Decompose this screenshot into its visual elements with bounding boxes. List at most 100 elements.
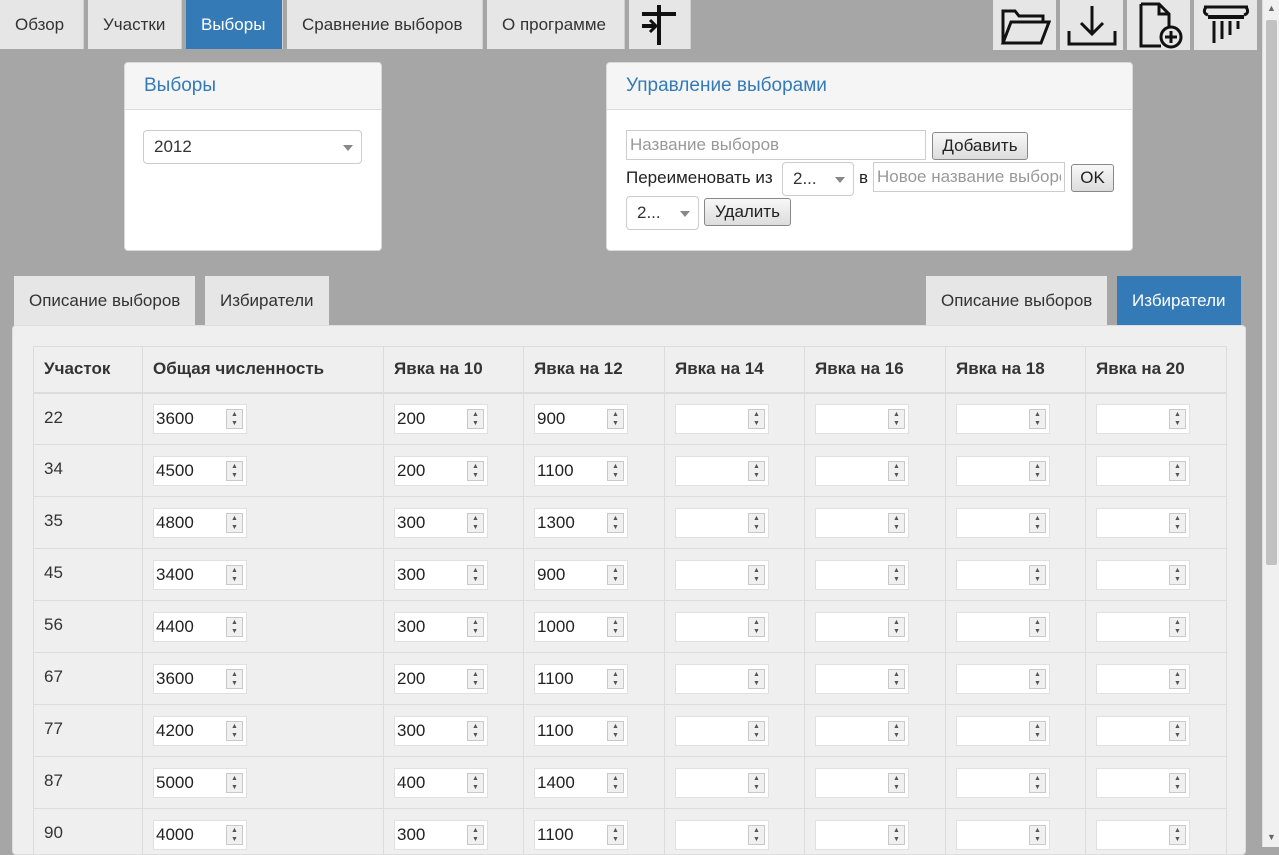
spinner-arrows-icon[interactable]: ▲▼ [226, 513, 243, 533]
number-input-t10[interactable]: 300▲▼ [394, 508, 488, 538]
number-input-t20[interactable]: ▲▼ [1096, 612, 1190, 642]
spinner-arrows-icon[interactable]: ▲▼ [607, 721, 624, 741]
spinner-arrows-icon[interactable]: ▲▼ [467, 565, 484, 585]
ok-button[interactable]: OK [1071, 164, 1114, 192]
number-input-t16[interactable]: ▲▼ [815, 404, 909, 434]
spinner-arrows-icon[interactable]: ▲▼ [467, 825, 484, 845]
spinner-arrows-icon[interactable]: ▲▼ [1029, 825, 1046, 845]
number-input-t10[interactable]: 200▲▼ [394, 456, 488, 486]
number-input-total[interactable]: 4200▲▼ [153, 716, 247, 746]
spinner-arrows-icon[interactable]: ▲▼ [888, 617, 905, 637]
spinner-arrows-icon[interactable]: ▲▼ [1169, 773, 1186, 793]
number-input-t14[interactable]: ▲▼ [675, 612, 769, 642]
number-input-t12[interactable]: 1100▲▼ [534, 820, 628, 850]
number-input-t14[interactable]: ▲▼ [675, 404, 769, 434]
delete-select[interactable]: 2... [626, 196, 699, 230]
spinner-arrows-icon[interactable]: ▲▼ [888, 773, 905, 793]
spinner-arrows-icon[interactable]: ▲▼ [1029, 565, 1046, 585]
spinner-arrows-icon[interactable]: ▲▼ [607, 565, 624, 585]
number-input-t20[interactable]: ▲▼ [1096, 664, 1190, 694]
new-file-button[interactable] [1127, 0, 1190, 50]
delete-button[interactable]: Удалить [704, 198, 791, 226]
number-input-t12[interactable]: 1400▲▼ [534, 768, 628, 798]
subtab-voters-left[interactable]: Избиратели [205, 276, 329, 326]
number-input-t20[interactable]: ▲▼ [1096, 820, 1190, 850]
tab-overview[interactable]: Обзор [0, 0, 84, 49]
pillar-button[interactable] [1194, 0, 1257, 50]
tab-sites[interactable]: Участки [88, 0, 182, 49]
spinner-arrows-icon[interactable]: ▲▼ [226, 461, 243, 481]
spinner-arrows-icon[interactable]: ▲▼ [748, 669, 765, 689]
number-input-t12[interactable]: 900▲▼ [534, 404, 628, 434]
number-input-t18[interactable]: ▲▼ [956, 404, 1050, 434]
spinner-arrows-icon[interactable]: ▲▼ [888, 409, 905, 429]
number-input-t14[interactable]: ▲▼ [675, 716, 769, 746]
number-input-t14[interactable]: ▲▼ [675, 820, 769, 850]
subtab-voters-right[interactable]: Избиратели [1117, 276, 1241, 326]
scroll-up-icon[interactable]: ▲ [1267, 3, 1276, 13]
number-input-t16[interactable]: ▲▼ [815, 716, 909, 746]
election-name-input[interactable] [626, 130, 926, 160]
scroll-down-icon[interactable]: ▼ [1267, 832, 1276, 842]
new-name-input[interactable] [873, 162, 1065, 192]
subtab-description-right[interactable]: Описание выборов [926, 276, 1107, 326]
number-input-t14[interactable]: ▲▼ [675, 664, 769, 694]
spinner-arrows-icon[interactable]: ▲▼ [1169, 617, 1186, 637]
number-input-total[interactable]: 4500▲▼ [153, 456, 247, 486]
rename-from-select[interactable]: 2... [782, 162, 854, 196]
number-input-t20[interactable]: ▲▼ [1096, 456, 1190, 486]
subtab-description-left[interactable]: Описание выборов [14, 276, 195, 326]
number-input-total[interactable]: 3600▲▼ [153, 404, 247, 434]
number-input-t12[interactable]: 1000▲▼ [534, 612, 628, 642]
spinner-arrows-icon[interactable]: ▲▼ [226, 565, 243, 585]
number-input-total[interactable]: 3600▲▼ [153, 664, 247, 694]
spinner-arrows-icon[interactable]: ▲▼ [226, 721, 243, 741]
spinner-arrows-icon[interactable]: ▲▼ [1169, 825, 1186, 845]
spinner-arrows-icon[interactable]: ▲▼ [1029, 617, 1046, 637]
number-input-t16[interactable]: ▲▼ [815, 612, 909, 642]
spinner-arrows-icon[interactable]: ▲▼ [888, 513, 905, 533]
spinner-arrows-icon[interactable]: ▲▼ [607, 513, 624, 533]
spinner-arrows-icon[interactable]: ▲▼ [748, 773, 765, 793]
number-input-t18[interactable]: ▲▼ [956, 664, 1050, 694]
signpost-button[interactable] [629, 0, 691, 49]
spinner-arrows-icon[interactable]: ▲▼ [1169, 409, 1186, 429]
election-select[interactable]: 2012 [143, 130, 362, 164]
number-input-total[interactable]: 4800▲▼ [153, 508, 247, 538]
number-input-t12[interactable]: 1100▲▼ [534, 456, 628, 486]
number-input-t20[interactable]: ▲▼ [1096, 716, 1190, 746]
spinner-arrows-icon[interactable]: ▲▼ [1169, 513, 1186, 533]
number-input-t14[interactable]: ▲▼ [675, 560, 769, 590]
number-input-t12[interactable]: 900▲▼ [534, 560, 628, 590]
spinner-arrows-icon[interactable]: ▲▼ [226, 825, 243, 845]
spinner-arrows-icon[interactable]: ▲▼ [467, 669, 484, 689]
spinner-arrows-icon[interactable]: ▲▼ [1169, 461, 1186, 481]
spinner-arrows-icon[interactable]: ▲▼ [226, 617, 243, 637]
spinner-arrows-icon[interactable]: ▲▼ [1029, 773, 1046, 793]
number-input-t14[interactable]: ▲▼ [675, 456, 769, 486]
add-button[interactable]: Добавить [932, 132, 1028, 160]
spinner-arrows-icon[interactable]: ▲▼ [607, 409, 624, 429]
spinner-arrows-icon[interactable]: ▲▼ [467, 617, 484, 637]
number-input-t16[interactable]: ▲▼ [815, 456, 909, 486]
number-input-t16[interactable]: ▲▼ [815, 820, 909, 850]
vertical-scrollbar[interactable]: ▲ ▼ [1262, 0, 1279, 847]
tab-compare-elections[interactable]: Сравнение выборов [287, 0, 483, 49]
open-button[interactable] [993, 0, 1056, 50]
tab-elections[interactable]: Выборы [186, 0, 283, 49]
spinner-arrows-icon[interactable]: ▲▼ [888, 669, 905, 689]
number-input-t16[interactable]: ▲▼ [815, 508, 909, 538]
spinner-arrows-icon[interactable]: ▲▼ [607, 825, 624, 845]
number-input-t10[interactable]: 300▲▼ [394, 612, 488, 642]
download-button[interactable] [1060, 0, 1123, 50]
number-input-total[interactable]: 3400▲▼ [153, 560, 247, 590]
spinner-arrows-icon[interactable]: ▲▼ [607, 617, 624, 637]
spinner-arrows-icon[interactable]: ▲▼ [607, 461, 624, 481]
number-input-t18[interactable]: ▲▼ [956, 612, 1050, 642]
number-input-t18[interactable]: ▲▼ [956, 768, 1050, 798]
spinner-arrows-icon[interactable]: ▲▼ [888, 721, 905, 741]
spinner-arrows-icon[interactable]: ▲▼ [748, 825, 765, 845]
spinner-arrows-icon[interactable]: ▲▼ [748, 617, 765, 637]
number-input-t20[interactable]: ▲▼ [1096, 768, 1190, 798]
number-input-t16[interactable]: ▲▼ [815, 664, 909, 694]
